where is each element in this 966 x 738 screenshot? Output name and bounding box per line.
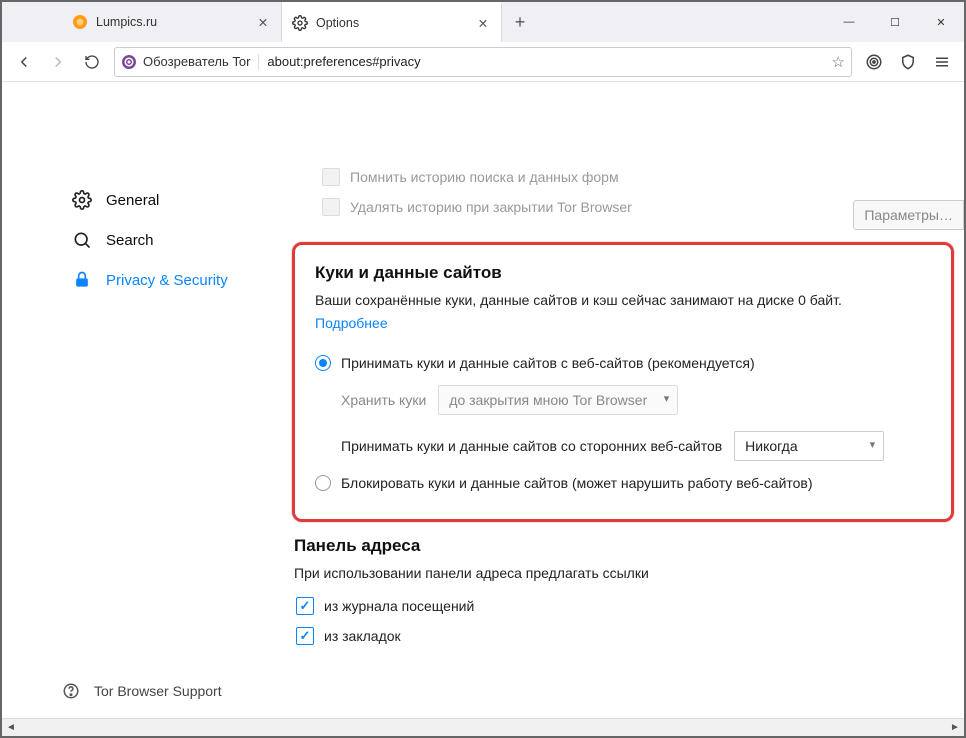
sidebar-item-search[interactable]: Search [62,222,262,258]
scroll-track[interactable] [20,719,946,736]
checkbox-icon [296,597,314,615]
close-button[interactable]: ✕ [918,2,964,42]
tab-label: Lumpics.ru [96,15,255,29]
onion-icon [121,54,137,70]
sidebar-item-label: Search [106,232,154,249]
scroll-left-icon[interactable]: ◄ [2,719,20,736]
preferences-sidebar: General Search Privacy & Security Tor Br… [2,82,282,718]
keep-cookies-label: Хранить куки [341,392,426,408]
bookmarks-suggest-checkbox-row[interactable]: из закладок [294,621,954,651]
cookies-section-highlight: Куки и данные сайтов Ваши сохранённые ку… [292,242,954,522]
menu-button[interactable] [926,46,958,78]
reload-button[interactable] [76,46,108,78]
bookmark-star-icon[interactable]: ☆ [832,53,845,71]
gear-icon [292,15,308,31]
address-bar-desc: При использовании панели адреса предлага… [294,564,954,584]
radio-icon [315,355,331,371]
preferences-main: Помнить историю поиска и данных форм Уда… [282,82,964,718]
cookies-title: Куки и данные сайтов [315,263,931,283]
address-bar-title: Панель адреса [294,536,954,556]
sidebar-item-general[interactable]: General [62,182,262,218]
keep-cookies-dropdown[interactable]: до закрытия мною Tor Browser [438,385,678,415]
identity-box[interactable]: Обозреватель Tor [121,54,259,70]
support-link[interactable]: Tor Browser Support [62,682,222,700]
third-party-label: Принимать куки и данные сайтов со сторон… [341,438,722,454]
remember-forms-label: Помнить историю поиска и данных форм [350,169,619,185]
bookmarks-suggest-label: из закладок [324,628,401,644]
checkbox-icon [296,627,314,645]
keep-cookies-row: Хранить куки до закрытия мною Tor Browse… [315,377,931,423]
identity-label: Обозреватель Tor [143,54,250,69]
radio-icon [315,475,331,491]
title-bar: Lumpics.ru ✕ Options ✕ + — ☐ ✕ [2,2,964,42]
search-icon [72,230,92,250]
tab-lumpics[interactable]: Lumpics.ru ✕ [62,2,282,42]
third-party-row: Принимать куки и данные сайтов со сторон… [315,423,931,469]
checkbox-icon [322,168,340,186]
settings-button[interactable]: Параметры… [853,200,964,230]
maximize-button[interactable]: ☐ [872,2,918,42]
minimize-button[interactable]: — [826,2,872,42]
url-input[interactable] [259,54,831,69]
learn-more-link[interactable]: Подробнее [315,315,388,331]
forward-button[interactable] [42,46,74,78]
sidebar-item-privacy[interactable]: Privacy & Security [62,262,262,298]
close-icon[interactable]: ✕ [255,14,271,30]
remember-forms-checkbox-row[interactable]: Помнить историю поиска и данных форм [292,162,954,192]
orange-circle-icon [72,14,88,30]
content-area: General Search Privacy & Security Tor Br… [2,82,964,718]
back-button[interactable] [8,46,40,78]
gear-icon [72,190,92,210]
tab-options[interactable]: Options ✕ [282,2,502,42]
block-cookies-label: Блокировать куки и данные сайтов (может … [341,475,813,491]
scroll-right-icon[interactable]: ► [946,719,964,736]
url-bar[interactable]: Обозреватель Tor ☆ [114,47,852,77]
third-party-dropdown[interactable]: Никогда [734,431,884,461]
window-controls: — ☐ ✕ [826,2,964,42]
history-suggest-label: из журнала посещений [324,598,474,614]
checkbox-icon [322,198,340,216]
accept-cookies-radio[interactable]: Принимать куки и данные сайтов с веб-сай… [315,349,931,377]
accept-cookies-label: Принимать куки и данные сайтов с веб-сай… [341,355,755,371]
address-bar-section: Панель адреса При использовании панели а… [292,536,954,652]
sidebar-item-label: Privacy & Security [106,272,228,289]
clear-on-close-label: Удалять историю при закрытии Tor Browser [350,199,632,215]
tor-onion-button[interactable] [858,46,890,78]
close-icon[interactable]: ✕ [475,15,491,31]
new-tab-button[interactable]: + [502,2,538,42]
history-suggest-checkbox-row[interactable]: из журнала посещений [294,591,954,621]
sidebar-item-label: General [106,192,159,209]
nav-bar: Обозреватель Tor ☆ [2,42,964,82]
lock-icon [72,270,92,290]
support-label: Tor Browser Support [94,683,222,699]
horizontal-scrollbar[interactable]: ◄ ► [2,718,964,736]
tab-label: Options [316,16,475,30]
question-icon [62,682,80,700]
block-cookies-radio[interactable]: Блокировать куки и данные сайтов (может … [315,469,931,497]
shield-icon[interactable] [892,46,924,78]
cookies-desc: Ваши сохранённые куки, данные сайтов и к… [315,291,931,311]
